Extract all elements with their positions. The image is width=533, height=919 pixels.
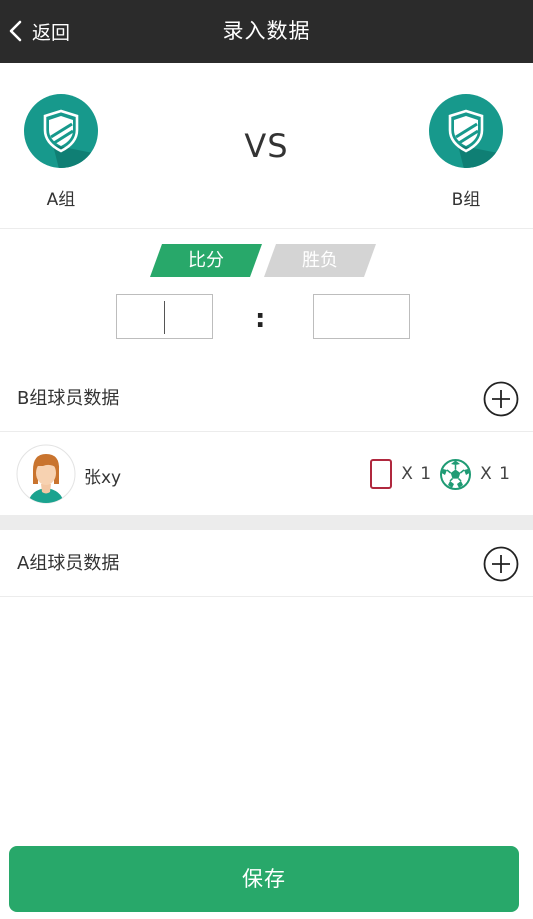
- player-row[interactable]: 张xy X 1 X 1: [0, 433, 533, 515]
- soccer-ball-icon: [440, 458, 472, 490]
- player-name: 张xy: [84, 468, 122, 488]
- tab-win-loss[interactable]: 胜负: [264, 244, 376, 277]
- add-b-player-button[interactable]: [483, 381, 519, 417]
- goal-count: X 1: [480, 464, 511, 484]
- avatar: [16, 444, 76, 504]
- team-a-score-input[interactable]: [116, 294, 213, 339]
- add-a-player-button[interactable]: [483, 546, 519, 582]
- save-button[interactable]: 保存: [9, 846, 519, 912]
- plus-circle-icon: [483, 546, 519, 582]
- match-teams: A组 VS B组: [0, 63, 533, 229]
- plus-circle-icon: [483, 381, 519, 417]
- section-divider: [0, 515, 533, 530]
- player-stats: X 1 X 1: [370, 457, 511, 491]
- mode-tabs: 比分 胜负: [150, 244, 376, 277]
- nav-bar: 返回 录入数据: [0, 0, 533, 63]
- a-players-header: A组球员数据: [0, 531, 533, 597]
- shield-logo-icon: [428, 93, 504, 169]
- team-a-name: A组: [46, 190, 76, 210]
- team-b[interactable]: B组: [428, 93, 504, 210]
- red-card-icon: [370, 459, 393, 489]
- tab-score[interactable]: 比分: [150, 244, 262, 277]
- team-b-score-input[interactable]: [313, 294, 410, 339]
- a-players-title: A组球员数据: [17, 553, 120, 574]
- tab-score-label: 比分: [188, 250, 224, 271]
- team-b-name: B组: [451, 190, 481, 210]
- page-title: 录入数据: [222, 19, 311, 43]
- tab-win-loss-label: 胜负: [302, 250, 338, 271]
- red-card-count: X 1: [401, 464, 433, 484]
- text-cursor: [164, 301, 165, 334]
- score-separator: :: [255, 304, 266, 334]
- b-players-title: B组球员数据: [17, 388, 120, 409]
- b-players-header: B组球员数据: [0, 366, 533, 432]
